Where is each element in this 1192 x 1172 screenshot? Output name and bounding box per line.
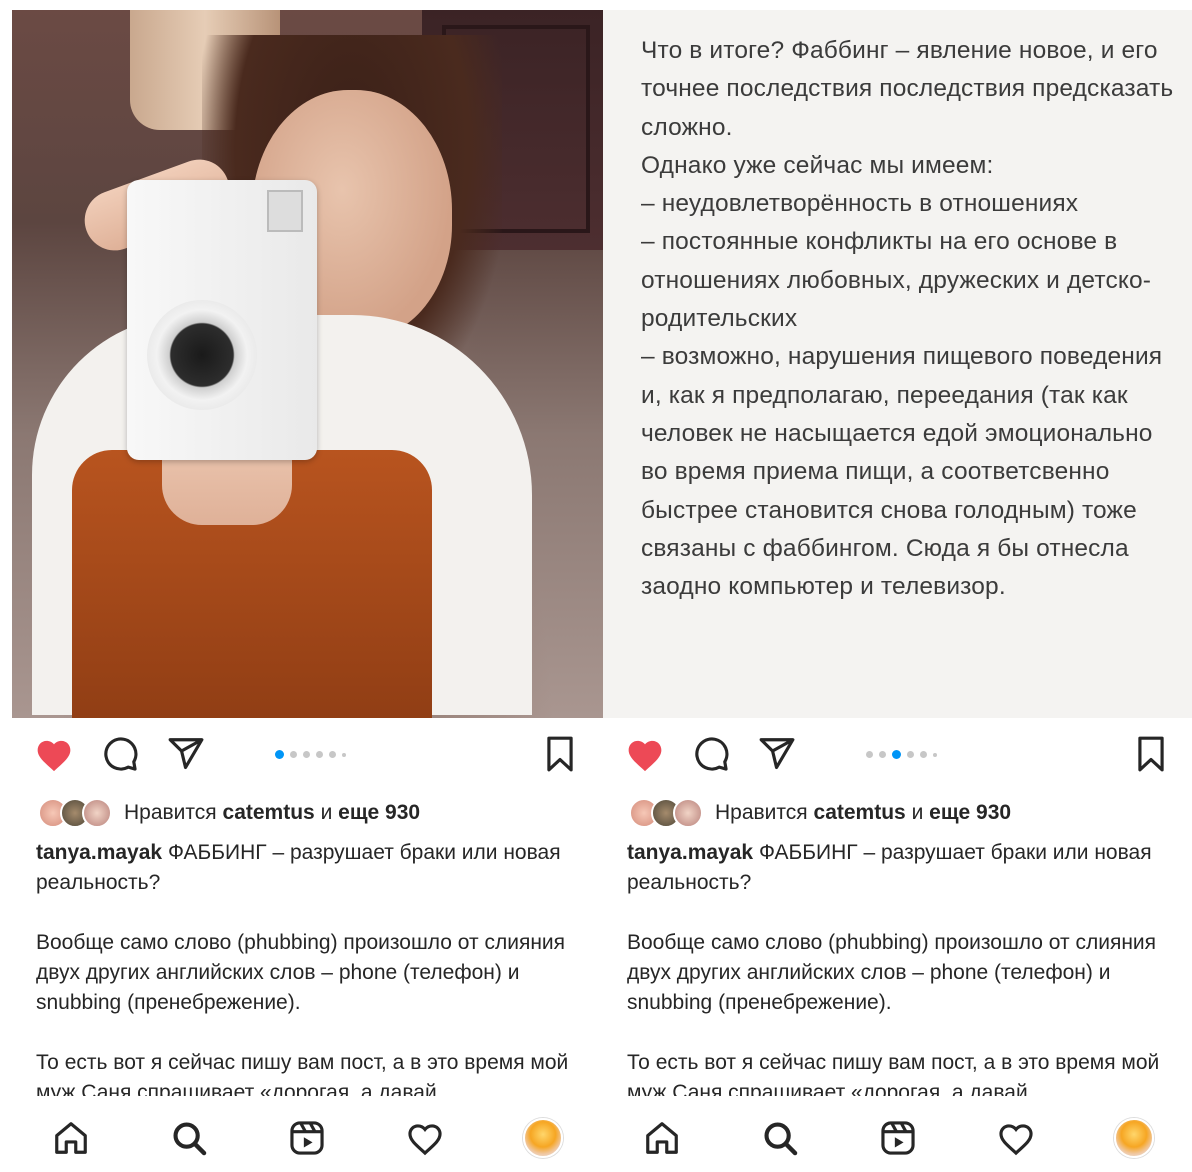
- home-icon[interactable]: [638, 1114, 686, 1162]
- post-left: Нравится catemtus и еще 930 tanya.mayak …: [12, 0, 603, 1172]
- avatar: [82, 798, 112, 828]
- reels-icon[interactable]: [874, 1114, 922, 1162]
- caption-username[interactable]: tanya.mayak: [627, 841, 753, 864]
- instant-camera: [127, 180, 317, 460]
- action-bar: [603, 732, 1192, 778]
- likes-count[interactable]: еще 930: [929, 801, 1011, 824]
- slide-text-block: Что в итоге? Фаббинг – явление новое, и …: [603, 10, 1192, 718]
- comment-icon[interactable]: [98, 732, 142, 776]
- heart-filled-icon[interactable]: [623, 732, 667, 776]
- likes-row[interactable]: Нравится catemtus и еще 930: [38, 797, 420, 829]
- bottom-nav: [12, 1100, 603, 1172]
- bookmark-icon[interactable]: [538, 732, 582, 776]
- search-icon[interactable]: [165, 1114, 213, 1162]
- carousel-indicator: [866, 750, 937, 759]
- search-icon[interactable]: [756, 1114, 804, 1162]
- caption-paragraph: То есть вот я сейчас пишу вам пост, а в …: [36, 1051, 569, 1096]
- profile-avatar[interactable]: [1110, 1114, 1158, 1162]
- likes-text: Нравится catemtus и еще 930: [715, 801, 1012, 824]
- post-photo[interactable]: [12, 10, 603, 718]
- comment-icon[interactable]: [689, 732, 733, 776]
- slide-text: Что в итоге? Фаббинг – явление новое, и …: [641, 37, 1174, 601]
- caption-paragraph: То есть вот я сейчас пишу вам пост, а в …: [627, 1051, 1160, 1096]
- avatar: [673, 798, 703, 828]
- post-caption: tanya.mayak ФАББИНГ – разрушает браки ил…: [36, 838, 584, 1096]
- likes-text: Нравится catemtus и еще 930: [124, 801, 421, 824]
- caption-paragraph: Вообще само слово (phubbing) произошло о…: [627, 931, 1157, 1014]
- liker-username[interactable]: catemtus: [814, 801, 906, 824]
- send-icon[interactable]: [755, 732, 799, 776]
- post-text-slide[interactable]: Что в итоге? Фаббинг – явление новое, и …: [603, 10, 1192, 718]
- liker-username[interactable]: catemtus: [223, 801, 315, 824]
- liker-avatars: [38, 798, 112, 828]
- bookmark-icon[interactable]: [1129, 732, 1173, 776]
- profile-avatar[interactable]: [519, 1114, 567, 1162]
- post-caption: tanya.mayak ФАББИНГ – разрушает браки ил…: [627, 838, 1175, 1096]
- caption-paragraph: Вообще само слово (phubbing) произошло о…: [36, 931, 566, 1014]
- reels-icon[interactable]: [283, 1114, 331, 1162]
- activity-heart-icon[interactable]: [992, 1114, 1040, 1162]
- caption-username[interactable]: tanya.mayak: [36, 841, 162, 864]
- home-icon[interactable]: [47, 1114, 95, 1162]
- photo-woman-with-camera: [12, 10, 603, 718]
- carousel-indicator: [275, 750, 346, 759]
- post-right: Что в итоге? Фаббинг – явление новое, и …: [603, 0, 1192, 1172]
- likes-count[interactable]: еще 930: [338, 801, 420, 824]
- action-bar: [12, 732, 603, 778]
- bottom-nav: [603, 1100, 1192, 1172]
- heart-filled-icon[interactable]: [32, 732, 76, 776]
- send-icon[interactable]: [164, 732, 208, 776]
- likes-row[interactable]: Нравится catemtus и еще 930: [629, 797, 1011, 829]
- liker-avatars: [629, 798, 703, 828]
- activity-heart-icon[interactable]: [401, 1114, 449, 1162]
